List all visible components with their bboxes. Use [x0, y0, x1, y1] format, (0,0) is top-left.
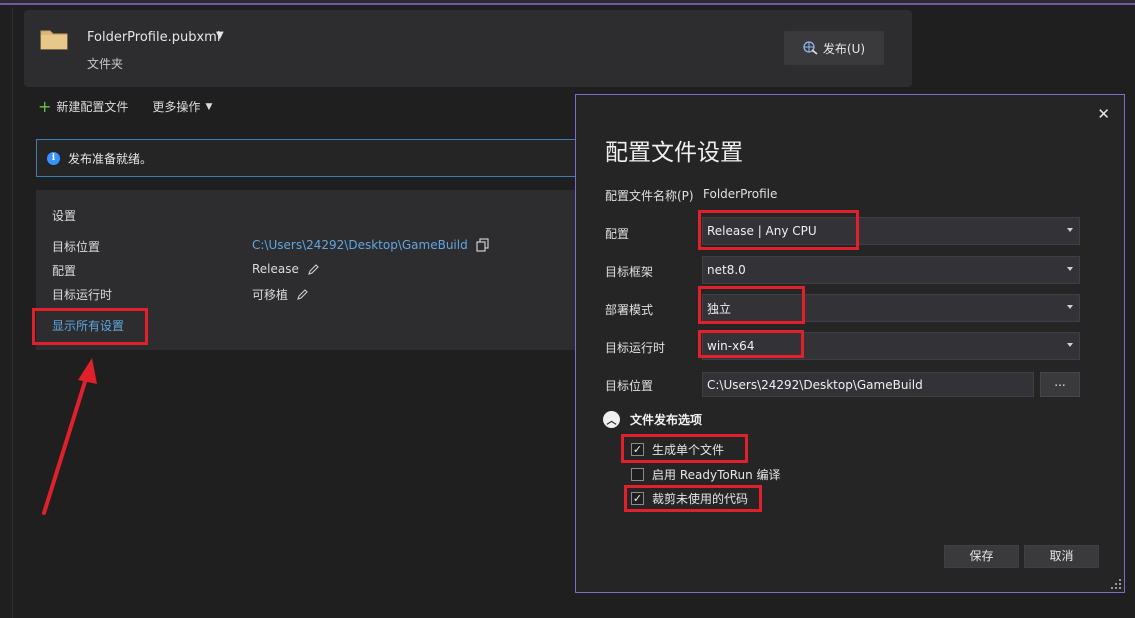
- readytorun-option[interactable]: 启用 ReadyToRun 编译: [631, 466, 781, 483]
- deployment-mode-label: 部署模式: [605, 303, 654, 317]
- target-location-input-value: C:\Users\24292\Desktop\GameBuild: [707, 377, 923, 392]
- target-framework-select[interactable]: net8.0: [702, 256, 1080, 284]
- target-location-input[interactable]: C:\Users\24292\Desktop\GameBuild: [702, 372, 1034, 397]
- configuration-select[interactable]: Release | Any CPU: [702, 217, 1080, 245]
- target-runtime-select-value: win-x64: [707, 339, 755, 353]
- chevron-down-icon: [1067, 228, 1073, 232]
- chevron-down-icon: [1067, 267, 1073, 271]
- target-framework-select-value: net8.0: [707, 263, 746, 277]
- file-publish-options-toggle[interactable]: ︿ 文件发布选项: [603, 411, 702, 428]
- readytorun-checkbox[interactable]: [631, 468, 644, 481]
- configuration-label: 配置: [605, 227, 630, 241]
- cancel-button[interactable]: 取消: [1024, 545, 1099, 568]
- target-framework-label: 目标框架: [605, 265, 654, 279]
- profile-name-value: FolderProfile: [703, 187, 778, 201]
- close-icon[interactable]: ✕: [1097, 105, 1110, 123]
- target-runtime-select[interactable]: win-x64: [702, 332, 1080, 360]
- trim-unused-checkbox[interactable]: ✓: [631, 492, 644, 505]
- file-publish-options-title: 文件发布选项: [630, 413, 703, 427]
- trim-unused-label: 裁剪未使用的代码: [652, 492, 749, 506]
- target-runtime-label: 目标运行时: [605, 341, 666, 355]
- profile-name-label: 配置文件名称(P): [605, 189, 694, 203]
- configuration-select-value: Release | Any CPU: [707, 224, 817, 238]
- single-file-option[interactable]: ✓ 生成单个文件: [631, 441, 724, 458]
- single-file-label: 生成单个文件: [652, 443, 725, 457]
- chevron-up-icon: ︿: [603, 411, 620, 428]
- dialog-title: 配置文件设置: [605, 140, 743, 166]
- target-location-label: 目标位置: [605, 379, 654, 393]
- profile-settings-dialog: ✕ 配置文件设置 配置文件名称(P) FolderProfile 配置 Rele…: [575, 94, 1125, 593]
- readytorun-label: 启用 ReadyToRun 编译: [652, 468, 781, 482]
- save-button[interactable]: 保存: [944, 545, 1019, 568]
- deployment-mode-select[interactable]: 独立: [702, 294, 1080, 322]
- trim-unused-option[interactable]: ✓ 裁剪未使用的代码: [631, 490, 748, 507]
- browse-button[interactable]: ...: [1040, 372, 1080, 397]
- single-file-checkbox[interactable]: ✓: [631, 443, 644, 456]
- chevron-down-icon: [1067, 343, 1073, 347]
- chevron-down-icon: [1067, 305, 1073, 309]
- deployment-mode-select-value: 独立: [707, 301, 732, 316]
- resize-grip-icon[interactable]: [1111, 579, 1121, 589]
